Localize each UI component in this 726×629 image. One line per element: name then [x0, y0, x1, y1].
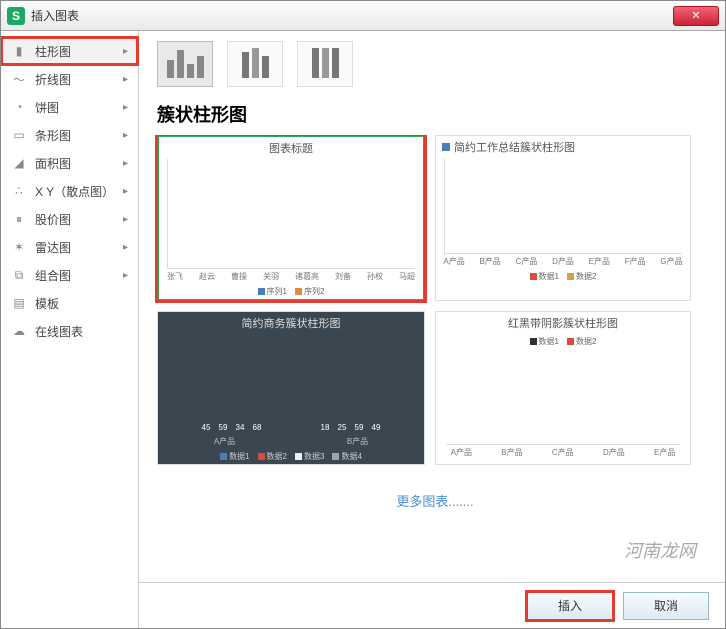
insert-button[interactable]: 插入	[527, 592, 613, 620]
chart-canvas: 4559346818255949	[172, 334, 410, 434]
square-icon	[442, 143, 450, 151]
sidebar-item-6[interactable]: ⏸ 股价图 ▸	[1, 205, 138, 233]
sidebar-item-label: X Y（散点图）	[35, 183, 114, 200]
area-icon: ◢	[11, 155, 27, 171]
sidebar-item-0[interactable]: ▮ 柱形图 ▸	[1, 37, 138, 65]
chevron-right-icon: ▸	[123, 130, 128, 141]
template-icon: ▤	[11, 295, 27, 311]
titlebar: S 插入图表 ✕	[1, 1, 725, 31]
dialog-footer: 插入 取消	[139, 582, 725, 628]
chevron-right-icon: ▸	[123, 242, 128, 253]
sidebar-item-3[interactable]: ▭ 条形图 ▸	[1, 121, 138, 149]
sidebar-item-8[interactable]: ⧉ 组合图 ▸	[1, 261, 138, 289]
chart-legend: 数据1数据2	[436, 334, 690, 349]
stock-icon: ⏸	[11, 211, 27, 227]
subtype-stacked[interactable]	[227, 41, 283, 87]
chevron-right-icon: ▸	[123, 46, 128, 57]
sidebar-item-5[interactable]: ∴ X Y（散点图） ▸	[1, 177, 138, 205]
chart-legend: 序列1序列2	[159, 284, 423, 299]
chart-title: 红黑带阴影簇状柱形图	[436, 312, 690, 334]
sidebar-item-1[interactable]: 〜折线图 ▸	[1, 65, 138, 93]
chevron-right-icon: ▸	[123, 102, 128, 113]
sidebar-item-label: 雷达图	[35, 239, 71, 256]
online-icon: ☁	[11, 323, 27, 339]
x-axis-labels: A产品B产品	[158, 434, 424, 449]
chart-canvas	[446, 349, 680, 445]
sidebar-item-label: 柱形图	[35, 43, 71, 60]
sidebar-item-4[interactable]: ◢ 面积图 ▸	[1, 149, 138, 177]
x-axis-labels: 张飞赵云曹操关羽诸葛亮刘备孙权马超	[159, 269, 423, 284]
sidebar-item-label: 在线图表	[35, 323, 83, 340]
chart-title: 简约工作总结簇状柱形图	[454, 139, 575, 155]
app-icon: S	[7, 7, 25, 25]
radar-icon: ✶	[11, 239, 27, 255]
chevron-right-icon: ▸	[123, 74, 128, 85]
window-title: 插入图表	[31, 7, 79, 24]
sidebar-item-10[interactable]: ☁ 在线图表	[1, 317, 138, 345]
template-red-black-shadow[interactable]: 红黑带阴影簇状柱形图 数据1数据2 A产品B产品C产品D产品E产品	[435, 311, 691, 465]
pie-icon: ◔	[11, 99, 27, 115]
subtype-row	[139, 31, 725, 97]
subtype-clustered[interactable]	[157, 41, 213, 87]
sidebar-item-label: 模板	[35, 295, 59, 312]
sidebar: ▮柱形图▸〜折线图▸◔饼图▸▭条形图▸◢面积图▸∴X Y（散点图）▸⏸股价图▸✶…	[1, 31, 139, 628]
template-default[interactable]: 图表标题 张飞赵云曹操关羽诸葛亮刘备孙权马超 序列1序列2	[157, 135, 425, 301]
more-charts-link[interactable]: 更多图表.......	[157, 475, 713, 526]
dialog-window: S 插入图表 ✕ ▮ 柱形图 ▸ 〜折线图 ▸ ◔ 饼图 ▸ ▭ 条形图 ▸ ◢ 面积图 ▸ ∴ X Y（散点…	[0, 0, 726, 629]
sidebar-item-label: 饼图	[35, 99, 59, 116]
scatter-icon: ∴	[11, 183, 27, 199]
x-axis-labels: A产品B产品C产品D产品E产品F产品G产品	[436, 254, 690, 269]
chart-legend: 数据1数据2数据3数据4	[158, 449, 424, 464]
template-work-summary[interactable]: 简约工作总结簇状柱形图 A产品B产品C产品D产品E产品F产品G产品 数据1数据2	[435, 135, 691, 301]
x-axis-labels: A产品B产品C产品D产品E产品	[436, 445, 690, 460]
chart-canvas	[444, 158, 682, 254]
sidebar-item-7[interactable]: ✶ 雷达图 ▸	[1, 233, 138, 261]
sidebar-item-label: 组合图	[35, 267, 71, 284]
close-button[interactable]: ✕	[673, 6, 719, 26]
sidebar-item-label: 股价图	[35, 211, 71, 228]
sidebar-item-label: 折线图	[35, 71, 71, 88]
sidebar-item-2[interactable]: ◔ 饼图 ▸	[1, 93, 138, 121]
sidebar-item-label: 条形图	[35, 127, 71, 144]
chart-title: 图表标题	[159, 137, 423, 159]
chart-legend: 数据1数据2	[436, 269, 690, 284]
chevron-right-icon: ▸	[123, 186, 128, 197]
chevron-right-icon: ▸	[123, 214, 128, 225]
section-title: 簇状柱形图	[139, 97, 725, 135]
template-business-dark[interactable]: 简约商务簇状柱形图 4559346818255949 A产品B产品 数据1数据2…	[157, 311, 425, 465]
subtype-percent-stacked[interactable]	[297, 41, 353, 87]
chevron-right-icon: ▸	[123, 158, 128, 169]
line-icon: 〜	[11, 71, 27, 87]
chevron-right-icon: ▸	[123, 270, 128, 281]
bar-horiz-icon: ▭	[11, 127, 27, 143]
combo-icon: ⧉	[11, 267, 27, 283]
cancel-button[interactable]: 取消	[623, 592, 709, 620]
sidebar-item-label: 面积图	[35, 155, 71, 172]
template-gallery: 图表标题 张飞赵云曹操关羽诸葛亮刘备孙权马超 序列1序列2 简约工作总结簇状柱形…	[139, 135, 725, 582]
chart-canvas	[167, 159, 415, 269]
chart-title: 简约商务簇状柱形图	[158, 312, 424, 334]
sidebar-item-9[interactable]: ▤ 模板	[1, 289, 138, 317]
bar-vert-icon: ▮	[11, 43, 27, 59]
main-panel: 簇状柱形图 图表标题 张飞赵云曹操关羽诸葛亮刘备孙权马超 序列1序列2 简约工作…	[139, 31, 725, 628]
